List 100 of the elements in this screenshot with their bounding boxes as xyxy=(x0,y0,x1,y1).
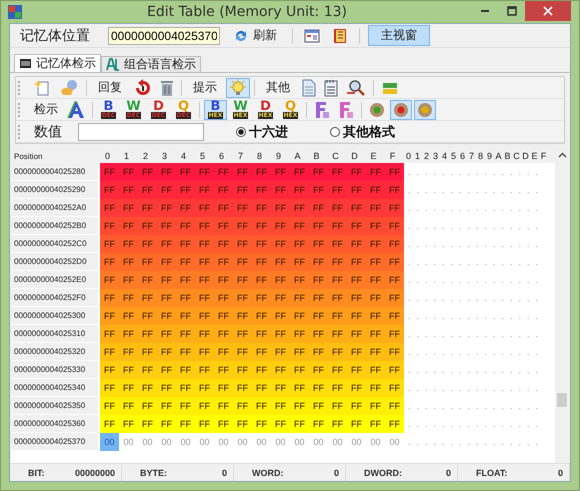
radio-option[interactable]: 其他格式 xyxy=(330,122,395,140)
byte-cell[interactable]: FF xyxy=(195,379,214,397)
byte-cell[interactable]: FF xyxy=(176,235,195,253)
byte-cell[interactable]: FF xyxy=(309,181,328,199)
byte-cell[interactable]: FF xyxy=(290,289,309,307)
byte-cell[interactable]: FF xyxy=(119,163,138,181)
scroll-thumb[interactable] xyxy=(557,393,567,407)
byte-cell[interactable]: FF xyxy=(100,379,119,397)
byte-cell[interactable]: FF xyxy=(271,253,290,271)
byte-cell[interactable]: FF xyxy=(157,361,176,379)
byte-cell[interactable]: FF xyxy=(385,343,404,361)
byte-cell[interactable]: FF xyxy=(271,361,290,379)
byte-cell[interactable]: FF xyxy=(119,361,138,379)
byte-cell[interactable]: FF xyxy=(290,235,309,253)
byte-cell[interactable]: FF xyxy=(100,199,119,217)
byte-cell[interactable]: FF xyxy=(195,397,214,415)
byte-cell[interactable]: FF xyxy=(328,307,347,325)
byte-cell[interactable]: FF xyxy=(233,199,252,217)
byte-cell[interactable]: FF xyxy=(138,361,157,379)
byte-cell[interactable]: FF xyxy=(233,325,252,343)
byte-cell[interactable]: FF xyxy=(233,181,252,199)
byte-cell[interactable]: FF xyxy=(366,379,385,397)
refresh-button[interactable]: 刷新 xyxy=(226,26,284,46)
byte-cell[interactable]: FF xyxy=(252,253,271,271)
byte-cell[interactable]: FF xyxy=(328,271,347,289)
byte-cell[interactable]: FF xyxy=(157,235,176,253)
byte-cell[interactable]: FF xyxy=(138,199,157,217)
byte-cell[interactable]: FF xyxy=(157,217,176,235)
byte-cell[interactable]: FF xyxy=(233,289,252,307)
byte-cell[interactable]: FF xyxy=(176,163,195,181)
byte-cell[interactable]: FF xyxy=(119,253,138,271)
byte-cell[interactable]: FF xyxy=(271,181,290,199)
byte-cell[interactable]: FF xyxy=(233,235,252,253)
byte-cell[interactable]: FF xyxy=(366,253,385,271)
byte-cell[interactable]: FF xyxy=(119,379,138,397)
byte-cell[interactable]: FF xyxy=(290,361,309,379)
byte-cell[interactable]: FF xyxy=(195,289,214,307)
byte-cell[interactable]: FF xyxy=(252,163,271,181)
byte-cell[interactable]: FF xyxy=(157,199,176,217)
restore-button[interactable]: 回复 xyxy=(91,78,129,98)
byte-cell[interactable]: FF xyxy=(100,325,119,343)
byte-cell[interactable]: FF xyxy=(214,379,233,397)
byte-cell[interactable]: FF xyxy=(290,181,309,199)
byte-cell[interactable]: FF xyxy=(385,379,404,397)
byte-cell[interactable]: FF xyxy=(290,217,309,235)
byte-cell[interactable]: FF xyxy=(233,415,252,433)
byte-cell[interactable]: FF xyxy=(100,181,119,199)
byte-cell[interactable]: FF xyxy=(271,217,290,235)
byte-cell[interactable]: FF xyxy=(252,379,271,397)
byte-cell[interactable]: FF xyxy=(100,343,119,361)
byte-cell[interactable]: FF xyxy=(252,235,271,253)
byte-cell[interactable]: FF xyxy=(385,289,404,307)
byte-cell[interactable]: FF xyxy=(290,379,309,397)
byte-cell[interactable]: FF xyxy=(328,199,347,217)
byte-cell[interactable]: FF xyxy=(290,199,309,217)
byte-cell[interactable]: FF xyxy=(290,253,309,271)
byte-cell[interactable]: FF xyxy=(176,181,195,199)
byte-cell[interactable]: FF xyxy=(328,415,347,433)
byte-cell[interactable]: FF xyxy=(195,343,214,361)
byte-cell[interactable]: FF xyxy=(214,181,233,199)
byte-cell[interactable]: FF xyxy=(290,271,309,289)
byte-cell[interactable]: FF xyxy=(233,343,252,361)
byte-cell[interactable]: FF xyxy=(138,289,157,307)
byte-cell[interactable]: FF xyxy=(176,415,195,433)
byte-cell[interactable]: FF xyxy=(366,217,385,235)
byte-cell[interactable]: FF xyxy=(100,235,119,253)
byte-cell[interactable]: FF xyxy=(385,271,404,289)
byte-cell[interactable]: FF xyxy=(176,343,195,361)
scrollbar[interactable] xyxy=(555,149,569,463)
byte-cell[interactable]: FF xyxy=(290,397,309,415)
byte-cell[interactable]: FF xyxy=(176,325,195,343)
byte-cell[interactable]: FF xyxy=(214,415,233,433)
byte-cell[interactable]: FF xyxy=(195,235,214,253)
byte-cell[interactable]: FF xyxy=(214,397,233,415)
light-button[interactable] xyxy=(414,100,436,120)
byte-cell[interactable]: FF xyxy=(309,235,328,253)
byte-cell[interactable]: FF xyxy=(138,253,157,271)
byte-cell[interactable]: FF xyxy=(176,217,195,235)
byte-cell[interactable]: FF xyxy=(195,199,214,217)
byte-cell[interactable]: FF xyxy=(138,163,157,181)
byte-cell[interactable]: FF xyxy=(252,289,271,307)
byte-cell[interactable]: FF xyxy=(385,235,404,253)
byte-cell[interactable]: FF xyxy=(157,181,176,199)
byte-cell[interactable]: FF xyxy=(309,343,328,361)
byte-cell[interactable]: FF xyxy=(385,397,404,415)
byte-cell[interactable]: FF xyxy=(195,181,214,199)
byte-cell[interactable]: FF xyxy=(119,343,138,361)
byte-cell[interactable]: FF xyxy=(347,397,366,415)
byte-cell[interactable]: FF xyxy=(366,199,385,217)
byte-cell[interactable]: FF xyxy=(214,217,233,235)
byte-cell[interactable]: FF xyxy=(347,271,366,289)
byte-cell[interactable]: FF xyxy=(271,289,290,307)
byte-cell[interactable]: FF xyxy=(366,181,385,199)
byte-cell[interactable]: FF xyxy=(347,307,366,325)
byte-cell[interactable]: FF xyxy=(347,235,366,253)
tab[interactable]: 组合语言检示 xyxy=(101,56,201,72)
byte-cell[interactable]: FF xyxy=(309,163,328,181)
byte-cell[interactable]: FF xyxy=(100,253,119,271)
byte-cell[interactable]: FF xyxy=(309,415,328,433)
byte-cell[interactable]: FF xyxy=(347,325,366,343)
